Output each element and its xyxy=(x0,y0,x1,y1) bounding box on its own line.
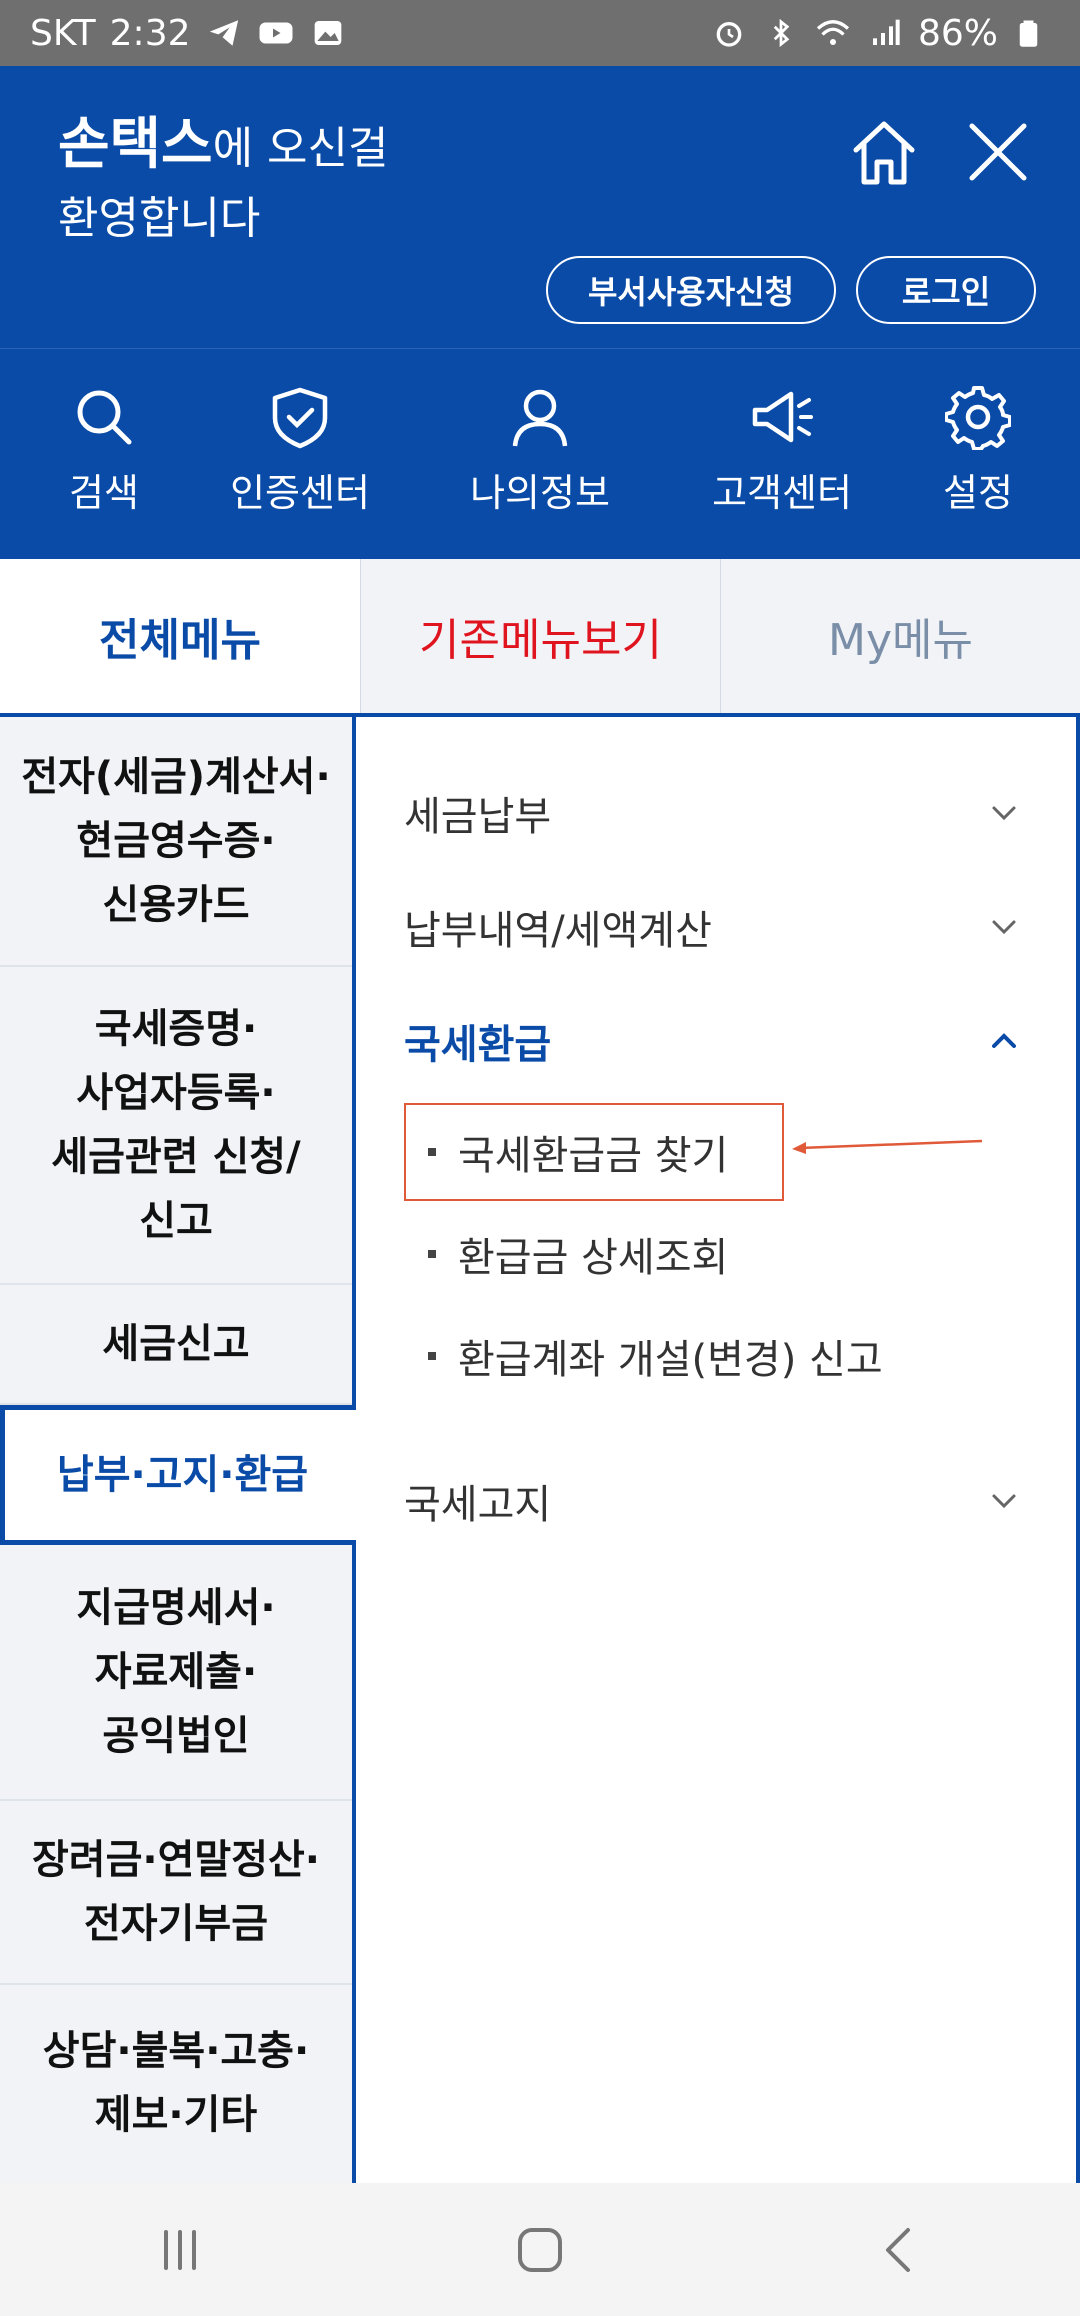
category-sidebar: 전자(세금)계산서· 현금영수증· 신용카드 국세증명· 사업자등록· 세금관련… xyxy=(0,713,360,2183)
sidebar-item-incentive[interactable]: 장려금·연말정산· 전자기부금 xyxy=(0,1801,352,1985)
submenu-label: 환급금 상세조회 xyxy=(458,1235,729,1281)
battery-icon xyxy=(1012,14,1050,52)
wifi-icon xyxy=(814,14,852,52)
tab-legacy-menu[interactable]: 기존메뉴보기 xyxy=(360,559,720,713)
chevron-down-icon xyxy=(992,806,1016,821)
chevron-down-icon xyxy=(992,920,1016,935)
brand-name: 손택스 xyxy=(58,112,213,177)
submenu-panel: 세금납부 납부내역/세액계산 국세환급 국세환급금 찾기 환급금 상세조회 환급… xyxy=(356,713,1080,2183)
carrier: SKT xyxy=(30,12,96,54)
sidebar-item-consult[interactable]: 상담·불복·고충· 제보·기타 xyxy=(0,1985,352,2181)
welcome-line1: 에 오신걸 xyxy=(212,123,389,174)
app-header: 손택스에 오신걸 환영합니다 부서사용자신청 로그인 xyxy=(0,66,1080,348)
chevron-up-icon xyxy=(992,1033,1016,1048)
submenu-refund-detail[interactable]: 환급금 상세조회 xyxy=(428,1219,728,1289)
status-bar: SKT 2:32 86% xyxy=(0,0,1080,66)
menu-tabs: 전체메뉴 기존메뉴보기 My메뉴 xyxy=(0,559,1080,713)
submenu-label: 국세환급금 찾기 xyxy=(458,1133,729,1179)
search-icon xyxy=(77,390,132,445)
gear-icon xyxy=(945,386,1011,450)
recent-apps-icon[interactable] xyxy=(140,2210,220,2290)
dept-user-request-button[interactable]: 부서사용자신청 xyxy=(546,256,836,324)
welcome-message: 손택스에 오신걸 환영합니다 xyxy=(58,110,388,254)
clock: 2:32 xyxy=(109,12,191,54)
quick-menu-my-info[interactable]: 나의정보 xyxy=(440,384,640,517)
battery-percent: 86% xyxy=(917,12,998,54)
sidebar-item-e-invoice[interactable]: 전자(세금)계산서· 현금영수증· 신용카드 xyxy=(0,717,352,967)
bullet xyxy=(428,1250,436,1258)
person-icon xyxy=(512,389,568,447)
back-icon[interactable] xyxy=(860,2210,940,2290)
tab-my-menu[interactable]: My메뉴 xyxy=(720,559,1080,713)
gallery-icon xyxy=(309,14,347,52)
status-bar-left: SKT 2:32 xyxy=(30,13,347,54)
youtube-icon xyxy=(257,14,295,52)
quick-menu-settings[interactable]: 설정 xyxy=(878,384,1078,517)
megaphone-icon xyxy=(752,391,813,443)
home-icon[interactable] xyxy=(844,112,924,192)
submenu-find-refund[interactable]: 국세환급금 찾기 xyxy=(428,1117,728,1187)
quick-menu-label: 고객센터 xyxy=(712,471,852,515)
login-button[interactable]: 로그인 xyxy=(856,256,1036,324)
menu-label: 국세환급 xyxy=(404,1022,552,1068)
sidebar-item-payment-statement[interactable]: 지급명세서· 자료제출· 공익법인 xyxy=(0,1545,352,1801)
quick-menu-label: 설정 xyxy=(943,471,1013,515)
menu-label: 납부내역/세액계산 xyxy=(404,908,712,954)
status-bar-right: 86% xyxy=(710,13,1050,54)
annotation-arrow xyxy=(792,1139,983,1154)
system-nav-bar xyxy=(0,2183,1080,2316)
quick-menu: 검색 인증센터 나의정보 고객센터 설정 xyxy=(0,349,1080,559)
submenu-refund-account[interactable]: 환급계좌 개설(변경) 신고 xyxy=(428,1321,883,1391)
menu-label: 세금납부 xyxy=(404,794,552,840)
tab-all-menu[interactable]: 전체메뉴 xyxy=(0,559,360,713)
submenu-label: 환급계좌 개설(변경) 신고 xyxy=(458,1337,883,1383)
menu-payment-history[interactable]: 납부내역/세액계산 xyxy=(404,887,1024,967)
quick-menu-label: 검색 xyxy=(69,471,139,515)
signal-icon xyxy=(866,14,904,52)
bluetooth-icon xyxy=(762,14,800,52)
quick-menu-label: 인증센터 xyxy=(230,471,370,515)
alarm-icon xyxy=(710,14,748,52)
sidebar-item-certificate[interactable]: 국세증명· 사업자등록· 세금관련 신청/ 신고 xyxy=(0,967,352,1285)
welcome-line2: 환영합니다 xyxy=(58,193,261,244)
quick-menu-label: 나의정보 xyxy=(470,471,610,515)
sidebar-item-payment-notice-refund[interactable]: 납부·고지·환급 xyxy=(0,1405,360,1545)
quick-menu-certification[interactable]: 인증센터 xyxy=(200,384,400,517)
quick-menu-search[interactable]: 검색 xyxy=(4,384,204,517)
sidebar-item-tax-report[interactable]: 세금신고 xyxy=(0,1285,352,1405)
bullet xyxy=(428,1352,436,1360)
chevron-down-icon xyxy=(992,1494,1016,1509)
menu-label: 국세고지 xyxy=(404,1482,552,1528)
menu-tax-payment[interactable]: 세금납부 xyxy=(404,773,1024,853)
menu-tax-refund[interactable]: 국세환급 xyxy=(404,1001,1024,1081)
telegram-icon xyxy=(205,14,243,52)
home-nav-icon[interactable] xyxy=(500,2210,580,2290)
bullet xyxy=(428,1148,436,1156)
menu-tax-notice[interactable]: 국세고지 xyxy=(404,1461,1024,1541)
close-icon[interactable] xyxy=(958,112,1038,192)
quick-menu-customer-center[interactable]: 고객센터 xyxy=(682,384,882,517)
shield-check-icon xyxy=(272,387,328,449)
